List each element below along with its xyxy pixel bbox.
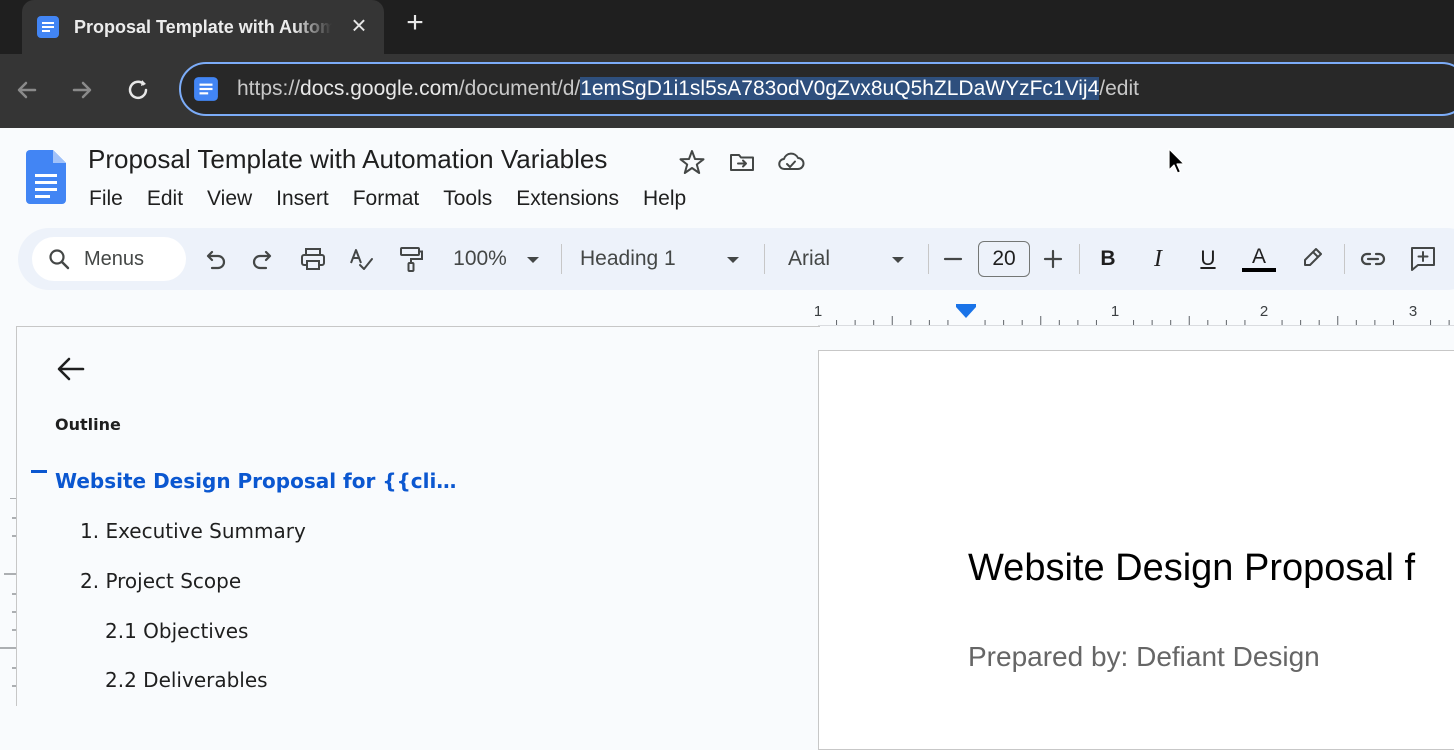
menu-view[interactable]: View <box>198 184 261 214</box>
paint-format-icon[interactable] <box>396 244 426 274</box>
redo-icon[interactable] <box>248 244 278 274</box>
first-line-indent-marker[interactable] <box>956 304 976 307</box>
horizontal-ruler[interactable]: 1 1 2 3 <box>0 290 1454 326</box>
menu-extensions[interactable]: Extensions <box>507 184 628 214</box>
new-tab-icon[interactable]: + <box>401 8 429 38</box>
document-heading[interactable]: Website Design Proposal f <box>968 547 1415 590</box>
mouse-pointer-icon <box>1168 148 1185 174</box>
back-icon[interactable] <box>11 74 43 106</box>
ruler-label: 2 <box>1260 303 1268 320</box>
spellcheck-icon[interactable] <box>346 244 376 274</box>
bold-button[interactable]: B <box>1094 244 1122 274</box>
docs-toolbar: Menus 100% Heading 1 Arial 20 B I U A <box>18 228 1454 290</box>
search-menus-placeholder: Menus <box>84 247 145 270</box>
toolbar-divider <box>1344 244 1345 274</box>
font-size-input[interactable]: 20 <box>978 241 1030 277</box>
toolbar-divider <box>1079 244 1080 274</box>
browser-tabbar: Proposal Template with Automation Variab… <box>0 0 1454 54</box>
highlight-pen-icon[interactable] <box>1298 244 1326 274</box>
url-host: docs.google.com <box>300 77 459 100</box>
back-arrow-icon[interactable] <box>55 353 87 385</box>
url-path: /document/d/ <box>458 77 581 100</box>
document-prepared-by[interactable]: Prepared by: Defiant Design <box>968 641 1320 673</box>
font-dropdown-chevron-down-icon[interactable] <box>887 244 909 274</box>
decrease-font-size-icon[interactable] <box>940 244 966 274</box>
vertical-ruler <box>0 498 16 687</box>
menu-edit[interactable]: Edit <box>138 184 192 214</box>
reload-icon[interactable] <box>122 74 154 106</box>
url-prefix: https:// <box>237 77 301 100</box>
font-family-select[interactable]: Arial <box>788 244 848 274</box>
url-selected-id: 1emSgD1i1sl5sA783odV0gZvx8uQ5hZLDaWYzFc1… <box>580 77 1100 100</box>
cloud-saved-icon[interactable] <box>777 148 805 176</box>
star-icon[interactable] <box>678 148 706 176</box>
browser-navbar: https://docs.google.com/document/d/1emSg… <box>0 54 1454 128</box>
indent-marker-icon[interactable] <box>956 307 976 318</box>
menu-insert[interactable]: Insert <box>267 184 338 214</box>
url-text[interactable]: https://docs.google.com/document/d/1emSg… <box>237 77 1139 101</box>
outline-heading: Outline <box>55 415 121 434</box>
document-title[interactable]: Proposal Template with Automation Variab… <box>88 144 607 175</box>
zoom-dropdown-chevron-down-icon[interactable] <box>522 244 544 274</box>
menu-format[interactable]: Format <box>344 184 429 214</box>
document-outline-panel: Outline Website Design Proposal for {{cl… <box>16 326 820 706</box>
outline-item[interactable]: Website Design Proposal for {{cli… <box>55 469 456 493</box>
document-page[interactable]: Website Design Proposal f Prepared by: D… <box>818 350 1454 750</box>
menu-help[interactable]: Help <box>634 184 695 214</box>
search-menus-input[interactable]: Menus <box>32 237 186 281</box>
print-icon[interactable] <box>298 244 328 274</box>
toolbar-divider <box>928 244 929 274</box>
google-docs-logo-icon[interactable] <box>26 150 66 204</box>
zoom-value[interactable]: 100% <box>448 244 512 274</box>
ruler-label: 1 <box>814 303 822 320</box>
add-comment-icon[interactable] <box>1408 244 1438 274</box>
url-suffix: /edit <box>1099 77 1139 100</box>
move-folder-icon[interactable] <box>728 148 756 176</box>
ruler-label: 3 <box>1409 303 1417 320</box>
menu-tools[interactable]: Tools <box>434 184 501 214</box>
insert-link-icon[interactable] <box>1358 244 1388 274</box>
search-icon <box>49 249 70 270</box>
forward-icon[interactable] <box>66 74 98 106</box>
google-docs-favicon-icon <box>194 77 218 101</box>
close-tab-icon[interactable]: × <box>346 12 372 38</box>
browser-tab[interactable]: Proposal Template with Automation Variab… <box>22 0 384 54</box>
style-dropdown-chevron-down-icon[interactable] <box>722 244 744 274</box>
outline-item[interactable]: 2. Project Scope <box>80 569 241 593</box>
address-bar[interactable]: https://docs.google.com/document/d/1emSg… <box>179 62 1454 116</box>
google-docs-favicon-icon <box>37 16 59 38</box>
paragraph-style-select[interactable]: Heading 1 <box>580 244 690 274</box>
italic-button[interactable]: I <box>1144 244 1172 274</box>
toolbar-divider <box>764 244 765 274</box>
collapse-minus-icon[interactable] <box>31 470 47 473</box>
menu-file[interactable]: File <box>80 184 132 214</box>
outline-item[interactable]: 2.1 Objectives <box>105 619 248 643</box>
toolbar-divider <box>561 244 562 274</box>
docs-menubar: File Edit View Insert Format Tools Exten… <box>80 184 701 214</box>
underline-button[interactable]: U <box>1194 244 1222 274</box>
outline-item[interactable]: 1. Executive Summary <box>80 519 306 543</box>
increase-font-size-icon[interactable] <box>1040 244 1066 274</box>
text-color-letter: A <box>1251 245 1266 268</box>
ruler-label: 1 <box>1111 303 1119 320</box>
text-color-button[interactable]: A <box>1242 244 1276 274</box>
ruler-ticks: 1 1 2 3 <box>814 303 1454 326</box>
undo-icon[interactable] <box>200 244 230 274</box>
outline-item[interactable]: 2.2 Deliverables <box>105 668 268 692</box>
tab-title: Proposal Template with Automation Variab… <box>74 16 332 37</box>
